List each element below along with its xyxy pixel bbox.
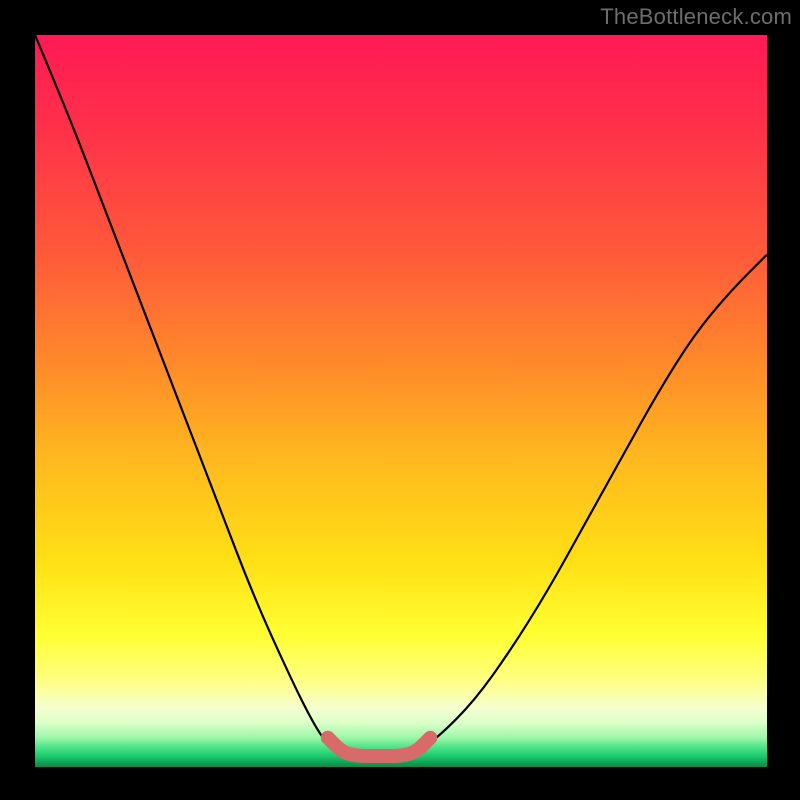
curve-right-path xyxy=(416,255,767,753)
chart-frame: TheBottleneck.com xyxy=(0,0,800,800)
chart-svg xyxy=(35,35,767,767)
bridge-highlight-path xyxy=(328,738,430,756)
plot-area xyxy=(35,35,767,767)
curve-left-path xyxy=(35,35,342,752)
watermark-text: TheBottleneck.com xyxy=(600,4,792,30)
